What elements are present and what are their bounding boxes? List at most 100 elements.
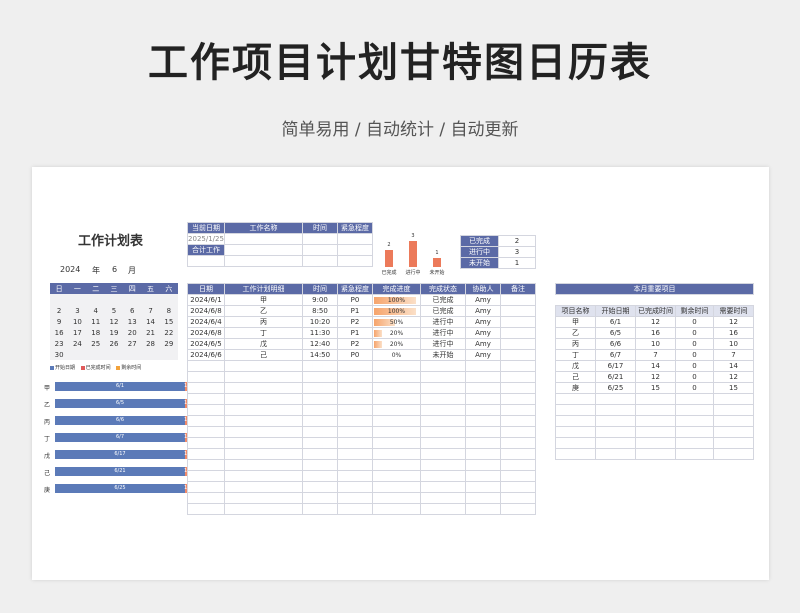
plan-cell-detail[interactable]: 丙 (224, 316, 303, 328)
key-project-cell[interactable]: 12 (712, 316, 755, 328)
plan-cell-detail[interactable] (224, 437, 303, 449)
key-project-cell[interactable] (595, 448, 636, 460)
calendar-day[interactable]: 9 (50, 316, 69, 327)
plan-cell-note[interactable] (500, 338, 536, 350)
calendar-day[interactable]: 18 (86, 327, 105, 338)
plan-cell-note[interactable] (500, 448, 536, 460)
plan-cell-time[interactable]: 12:40 (302, 338, 338, 350)
key-project-cell[interactable]: 16 (635, 327, 676, 339)
plan-cell-date[interactable] (187, 470, 225, 482)
plan-cell-detail[interactable] (224, 503, 303, 515)
plan-cell-urgency[interactable]: P1 (337, 305, 373, 317)
calendar-day[interactable]: 25 (86, 338, 105, 349)
plan-cell-helper[interactable] (465, 404, 501, 416)
plan-cell-helper[interactable]: Amy (465, 305, 501, 317)
plan-cell-time[interactable]: 14:50 (302, 349, 338, 361)
plan-cell-status[interactable] (420, 382, 466, 394)
calendar-day[interactable] (104, 349, 124, 360)
plan-cell-detail[interactable] (224, 404, 303, 416)
key-project-cell[interactable] (635, 393, 676, 405)
plan-cell-progress[interactable] (372, 437, 421, 449)
plan-cell-note[interactable] (500, 492, 536, 504)
plan-cell-progress[interactable]: 100% (372, 305, 421, 317)
plan-cell-date[interactable] (187, 448, 225, 460)
plan-cell-date[interactable] (187, 393, 225, 405)
key-project-cell[interactable] (675, 415, 714, 427)
key-project-cell[interactable] (555, 415, 596, 427)
calendar-day[interactable] (86, 349, 105, 360)
plan-cell-urgency[interactable] (337, 448, 373, 460)
plan-cell-date[interactable]: 2024/6/8 (187, 327, 225, 339)
calendar-day[interactable] (159, 349, 178, 360)
plan-cell-time[interactable]: 9:00 (302, 294, 338, 306)
plan-cell-urgency[interactable] (337, 437, 373, 449)
plan-cell-note[interactable] (500, 415, 536, 427)
plan-cell-status[interactable] (420, 448, 466, 460)
calendar-day[interactable] (50, 294, 69, 305)
plan-cell-helper[interactable] (465, 426, 501, 438)
key-project-cell[interactable] (595, 415, 636, 427)
calendar-day[interactable]: 20 (123, 327, 142, 338)
plan-cell-progress[interactable] (372, 371, 421, 383)
plan-cell-time[interactable] (302, 360, 338, 372)
plan-cell-progress[interactable] (372, 492, 421, 504)
key-project-cell[interactable]: 0 (675, 360, 714, 372)
plan-cell-note[interactable] (500, 437, 536, 449)
plan-cell-urgency[interactable] (337, 470, 373, 482)
plan-cell-time[interactable] (302, 393, 338, 405)
plan-cell-date[interactable] (187, 492, 225, 504)
calendar-day[interactable]: 13 (123, 316, 142, 327)
plan-cell-detail[interactable] (224, 371, 303, 383)
plan-cell-note[interactable] (500, 393, 536, 405)
plan-cell-urgency[interactable] (337, 371, 373, 383)
plan-cell-time[interactable]: 10:20 (302, 316, 338, 328)
key-project-cell[interactable] (555, 404, 596, 416)
plan-cell-detail[interactable]: 乙 (224, 305, 303, 317)
calendar-day[interactable]: 3 (68, 305, 87, 316)
plan-cell-urgency[interactable] (337, 426, 373, 438)
key-project-cell[interactable] (675, 393, 714, 405)
plan-cell-detail[interactable]: 己 (224, 349, 303, 361)
plan-cell-status[interactable]: 进行中 (420, 327, 466, 339)
plan-cell-date[interactable] (187, 382, 225, 394)
plan-cell-time[interactable] (302, 448, 338, 460)
calendar-day[interactable]: 22 (159, 327, 178, 338)
plan-cell-status[interactable]: 进行中 (420, 316, 466, 328)
plan-cell-helper[interactable]: Amy (465, 349, 501, 361)
plan-cell-helper[interactable] (465, 382, 501, 394)
calendar-day[interactable]: 11 (86, 316, 105, 327)
plan-cell-urgency[interactable]: P1 (337, 327, 373, 339)
key-project-cell[interactable]: 7 (635, 349, 676, 361)
plan-cell-date[interactable] (187, 459, 225, 471)
key-project-cell[interactable] (712, 415, 755, 427)
key-project-cell[interactable]: 10 (712, 338, 755, 350)
calendar-day[interactable]: 29 (159, 338, 178, 349)
plan-cell-status[interactable] (420, 481, 466, 493)
calendar-day[interactable]: 30 (50, 349, 69, 360)
plan-cell-progress[interactable] (372, 404, 421, 416)
calendar-day[interactable] (123, 349, 142, 360)
plan-cell-date[interactable]: 2024/6/1 (187, 294, 225, 306)
info-current-date[interactable]: 2025/1/25 (187, 233, 225, 245)
plan-cell-urgency[interactable]: P2 (337, 316, 373, 328)
plan-cell-detail[interactable]: 丁 (224, 327, 303, 339)
key-project-cell[interactable]: 6/5 (595, 327, 636, 339)
key-project-cell[interactable]: 庚 (555, 382, 596, 394)
plan-cell-urgency[interactable]: P0 (337, 294, 373, 306)
calendar-day[interactable]: 28 (141, 338, 160, 349)
key-project-cell[interactable] (712, 393, 755, 405)
plan-cell-progress[interactable]: 50% (372, 316, 421, 328)
plan-cell-note[interactable] (500, 327, 536, 339)
key-project-cell[interactable]: 15 (635, 382, 676, 394)
key-project-cell[interactable]: 15 (712, 382, 755, 394)
calendar-day[interactable] (141, 349, 160, 360)
plan-cell-note[interactable] (500, 503, 536, 515)
plan-cell-time[interactable] (302, 503, 338, 515)
plan-cell-detail[interactable] (224, 459, 303, 471)
key-project-cell[interactable] (712, 404, 755, 416)
plan-cell-time[interactable] (302, 382, 338, 394)
key-project-cell[interactable] (555, 426, 596, 438)
plan-cell-status[interactable]: 进行中 (420, 338, 466, 350)
plan-cell-time[interactable] (302, 481, 338, 493)
plan-cell-note[interactable] (500, 382, 536, 394)
